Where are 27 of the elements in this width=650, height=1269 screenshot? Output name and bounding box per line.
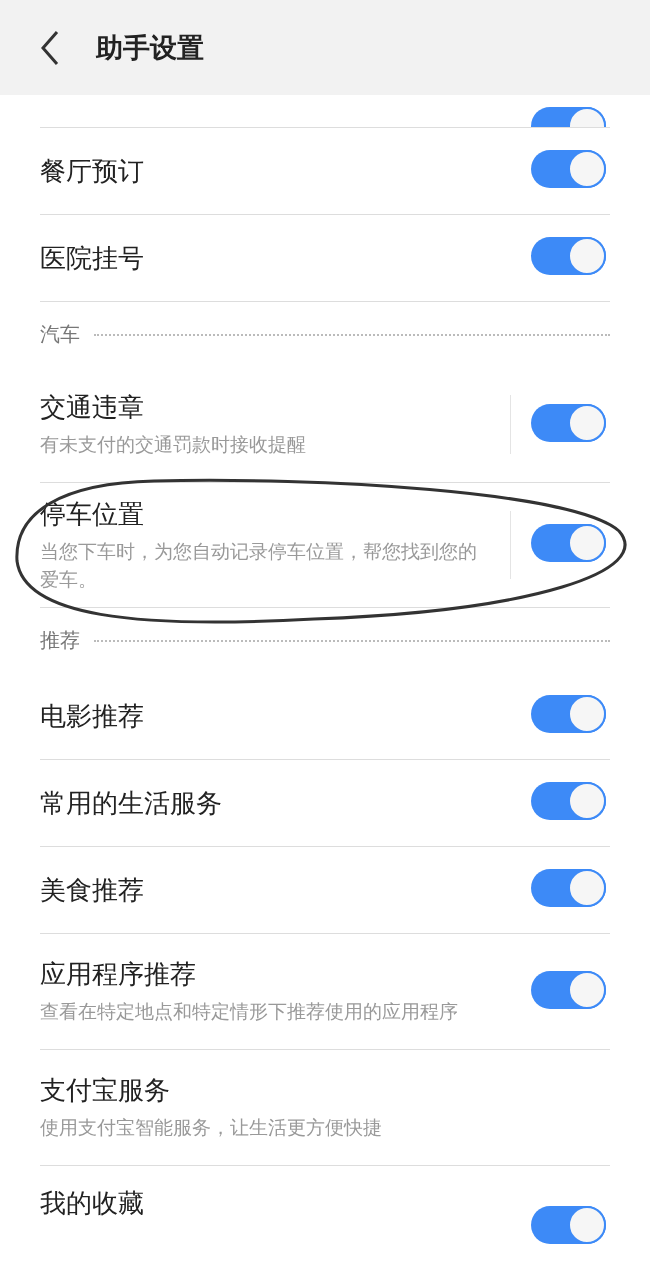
toggle-switch[interactable] bbox=[531, 524, 606, 563]
toggle-switch[interactable] bbox=[531, 695, 606, 734]
toggle-switch[interactable] bbox=[531, 869, 606, 908]
toggle-switch[interactable] bbox=[531, 782, 606, 821]
setting-description: 查看在特定地点和特定情形下推荐使用的应用程序 bbox=[40, 999, 459, 1025]
setting-title: 支付宝服务 bbox=[40, 1074, 171, 1108]
toggle-switch[interactable] bbox=[531, 150, 606, 188]
setting-title: 停车位置 bbox=[40, 498, 145, 531]
toggle-switch[interactable] bbox=[531, 403, 606, 442]
toggle-switch[interactable] bbox=[531, 237, 606, 275]
setting-title: 应用程序推荐 bbox=[40, 958, 197, 992]
setting-title: 我的收藏 bbox=[40, 1187, 145, 1221]
toggle-switch[interactable] bbox=[531, 970, 606, 1009]
setting-title: 电影推荐 bbox=[40, 699, 145, 733]
back-icon bbox=[40, 29, 60, 66]
setting-title: 常用的生活服务 bbox=[40, 786, 223, 820]
setting-description: 使用支付宝智能服务，让生活更方便快捷 bbox=[40, 1115, 383, 1141]
setting-description: 有未支付的交通罚款时接收提醒 bbox=[40, 432, 307, 458]
setting-title: 餐厅预订 bbox=[40, 154, 145, 188]
section-label: 推荐 bbox=[40, 627, 80, 655]
section-label: 汽车 bbox=[40, 321, 80, 348]
setting-title: 交通违章 bbox=[40, 391, 145, 425]
setting-description: 当您下车时，为您自动记录停车位置，帮您找到您的爱车。 bbox=[40, 539, 478, 592]
toggle-switch[interactable] bbox=[531, 1206, 606, 1245]
page-title: 助手设置 bbox=[96, 30, 204, 65]
setting-title: 医院挂号 bbox=[40, 241, 145, 275]
setting-title: 美食推荐 bbox=[40, 873, 145, 907]
